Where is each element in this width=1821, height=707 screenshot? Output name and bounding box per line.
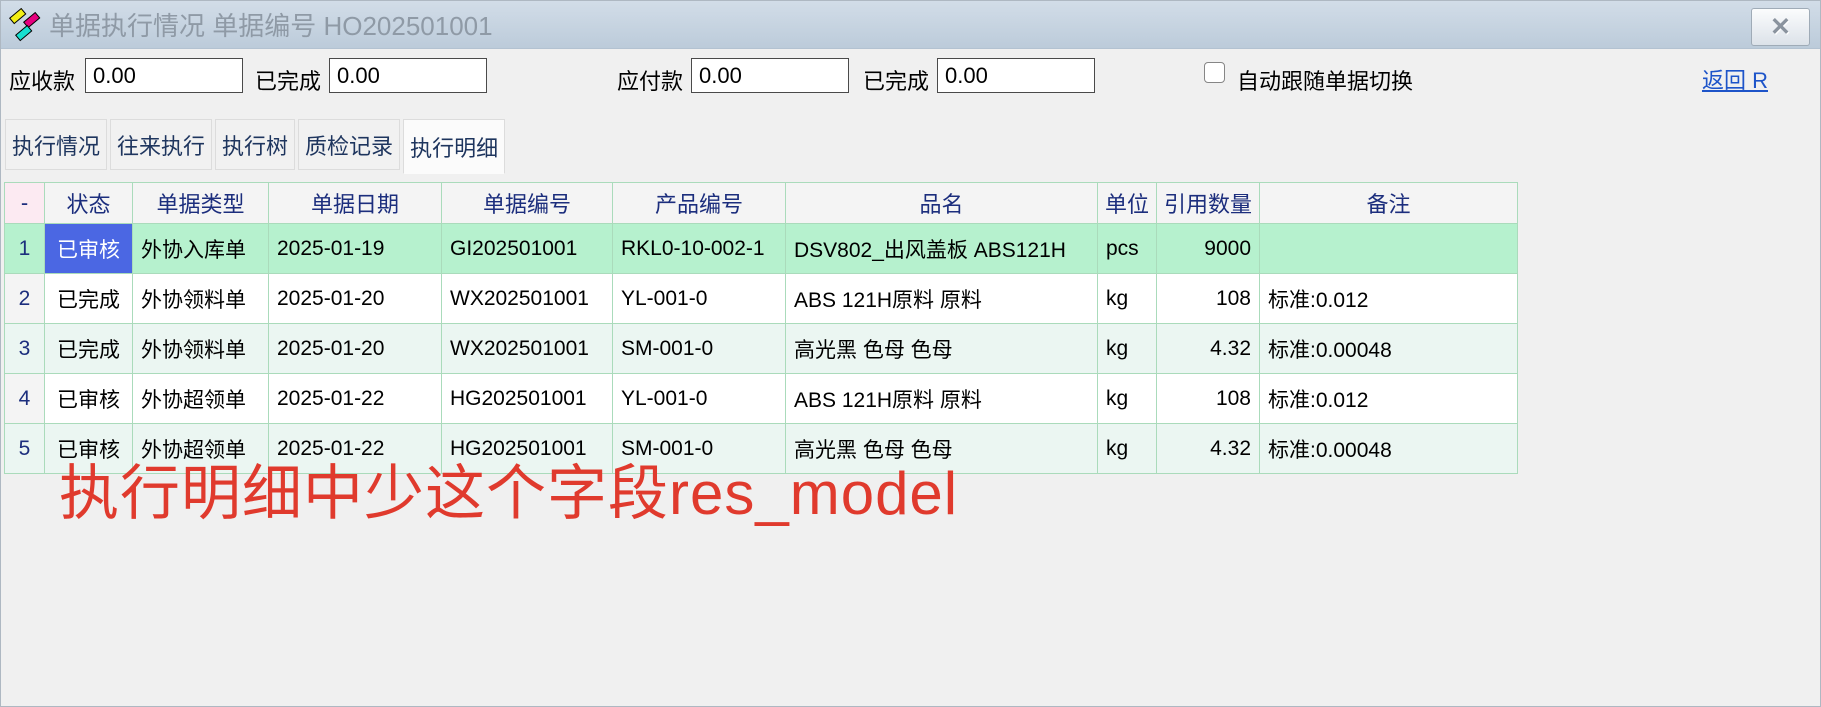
execution-detail-table: - 状态 单据类型 单据日期 单据编号 产品编号 品名 单位 引用数量 备注 1… <box>4 182 1518 474</box>
receivable-done-label: 已完成 <box>255 64 321 96</box>
header-remark[interactable]: 备注 <box>1260 183 1518 224</box>
cell-status[interactable]: 已审核 <box>45 374 133 424</box>
header-product-name[interactable]: 品名 <box>786 183 1098 224</box>
cell-num[interactable]: 3 <box>5 324 45 374</box>
cell-doc_type[interactable]: 外协超领单 <box>133 374 269 424</box>
tab-bar: 执行情况 往来执行 执行树 质检记录 执行明细 <box>5 119 505 170</box>
tab-correspondence[interactable]: 往来执行 <box>110 119 212 170</box>
header-doc-date[interactable]: 单据日期 <box>269 183 442 224</box>
cell-status[interactable]: 已完成 <box>45 274 133 324</box>
cell-doc_no[interactable]: HG202501001 <box>442 374 613 424</box>
header-doc-no[interactable]: 单据编号 <box>442 183 613 224</box>
table-row: 4已审核外协超领单2025-01-22HG202501001YL-001-0AB… <box>5 374 1518 424</box>
cell-product_name[interactable]: ABS 121H原料 原料 <box>786 374 1098 424</box>
cell-ref_qty[interactable]: 108 <box>1157 374 1260 424</box>
cell-remark[interactable]: 标准:0.00048 <box>1260 424 1518 474</box>
cell-ref_qty[interactable]: 4.32 <box>1157 324 1260 374</box>
cell-num[interactable]: 5 <box>5 424 45 474</box>
close-button[interactable]: ✕ <box>1751 8 1810 46</box>
annotation-text: 执行明细中少这个字段res_model <box>59 445 958 532</box>
cell-remark[interactable]: 标准:0.00048 <box>1260 324 1518 374</box>
header-product-no[interactable]: 产品编号 <box>613 183 786 224</box>
header-unit[interactable]: 单位 <box>1098 183 1157 224</box>
auto-follow-checkbox[interactable] <box>1204 62 1225 83</box>
cell-remark[interactable]: 标准:0.012 <box>1260 374 1518 424</box>
tab-qc-records[interactable]: 质检记录 <box>298 119 400 170</box>
cell-product_no[interactable]: YL-001-0 <box>613 374 786 424</box>
cell-remark[interactable]: 标准:0.012 <box>1260 274 1518 324</box>
cell-doc_type[interactable]: 外协入库单 <box>133 224 269 274</box>
titlebar: 单据执行情况 单据编号 HO202501001 ✕ <box>1 1 1820 49</box>
cell-ref_qty[interactable]: 4.32 <box>1157 424 1260 474</box>
cell-product_name[interactable]: 高光黑 色母 色母 <box>786 324 1098 374</box>
cell-doc_date[interactable]: 2025-01-20 <box>269 324 442 374</box>
cell-remark[interactable] <box>1260 224 1518 274</box>
close-icon: ✕ <box>1770 15 1791 40</box>
app-icon <box>9 7 41 43</box>
payable-done-label: 已完成 <box>863 64 929 96</box>
cell-doc_date[interactable]: 2025-01-19 <box>269 224 442 274</box>
document-execution-window: 单据执行情况 单据编号 HO202501001 ✕ 应收款 已完成 应付款 已完… <box>0 0 1821 707</box>
receivable-done-input[interactable] <box>329 58 487 93</box>
cell-unit[interactable]: kg <box>1098 274 1157 324</box>
cell-unit[interactable]: kg <box>1098 324 1157 374</box>
cell-num[interactable]: 4 <box>5 374 45 424</box>
cell-product_no[interactable]: SM-001-0 <box>613 324 786 374</box>
table-body: 1已审核外协入库单2025-01-19GI202501001RKL0-10-00… <box>5 224 1518 474</box>
table-row: 3已完成外协领料单2025-01-20WX202501001SM-001-0高光… <box>5 324 1518 374</box>
cell-doc_no[interactable]: WX202501001 <box>442 324 613 374</box>
tab-exec-details[interactable]: 执行明细 <box>403 119 505 174</box>
cell-ref_qty[interactable]: 9000 <box>1157 224 1260 274</box>
cell-unit[interactable]: kg <box>1098 424 1157 474</box>
cell-status[interactable]: 已完成 <box>45 324 133 374</box>
tab-exec-overview[interactable]: 执行情况 <box>5 119 107 170</box>
cell-unit[interactable]: pcs <box>1098 224 1157 274</box>
auto-follow-label: 自动跟随单据切换 <box>1237 64 1413 96</box>
cell-unit[interactable]: kg <box>1098 374 1157 424</box>
cell-doc_type[interactable]: 外协领料单 <box>133 324 269 374</box>
cell-ref_qty[interactable]: 108 <box>1157 274 1260 324</box>
cell-doc_date[interactable]: 2025-01-22 <box>269 374 442 424</box>
header-status[interactable]: 状态 <box>45 183 133 224</box>
window-title: 单据执行情况 单据编号 HO202501001 <box>49 6 493 43</box>
header-doc-type[interactable]: 单据类型 <box>133 183 269 224</box>
cell-num[interactable]: 2 <box>5 274 45 324</box>
cell-num[interactable]: 1 <box>5 224 45 274</box>
cell-doc_no[interactable]: WX202501001 <box>442 274 613 324</box>
cell-product_name[interactable]: DSV802_出风盖板 ABS121H <box>786 224 1098 274</box>
cell-product_no[interactable]: YL-001-0 <box>613 274 786 324</box>
header-ref-qty[interactable]: 引用数量 <box>1157 183 1260 224</box>
table-row: 1已审核外协入库单2025-01-19GI202501001RKL0-10-00… <box>5 224 1518 274</box>
payable-label: 应付款 <box>617 64 683 96</box>
cell-doc_type[interactable]: 外协领料单 <box>133 274 269 324</box>
cell-status[interactable]: 已审核 <box>45 224 133 274</box>
return-link[interactable]: 返回 R <box>1702 63 1768 95</box>
payable-done-input[interactable] <box>937 58 1095 93</box>
table-row: 2已完成外协领料单2025-01-20WX202501001YL-001-0AB… <box>5 274 1518 324</box>
receivable-label: 应收款 <box>9 64 75 96</box>
cell-product_no[interactable]: RKL0-10-002-1 <box>613 224 786 274</box>
cell-doc_date[interactable]: 2025-01-20 <box>269 274 442 324</box>
cell-product_name[interactable]: ABS 121H原料 原料 <box>786 274 1098 324</box>
payable-input[interactable] <box>691 58 849 93</box>
receivable-input[interactable] <box>85 58 243 93</box>
cell-doc_no[interactable]: GI202501001 <box>442 224 613 274</box>
header-row-selector[interactable]: - <box>5 183 45 224</box>
tab-exec-tree[interactable]: 执行树 <box>215 119 295 170</box>
table-header-row: - 状态 单据类型 单据日期 单据编号 产品编号 品名 单位 引用数量 备注 <box>5 183 1518 224</box>
